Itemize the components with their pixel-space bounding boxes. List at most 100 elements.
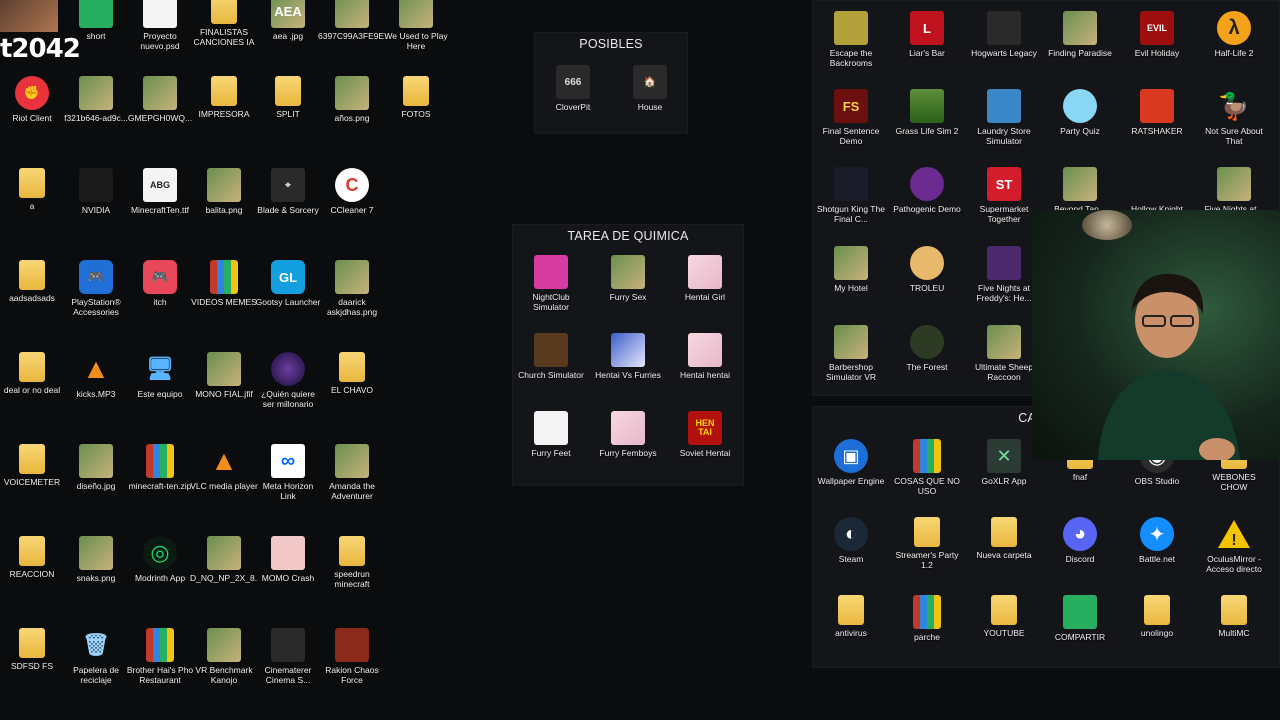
game-icon-finding-paradise[interactable]: Finding Paradise — [1046, 11, 1114, 58]
tarea-icon-hentai-hentai[interactable]: Hentai hentai — [671, 333, 739, 380]
desktop-icon-nvidia[interactable]: NVIDIA — [62, 168, 130, 215]
game-icon-five-nights-at-freddy-s-he[interactable]: Five Nights at Freddy's: He... — [970, 246, 1038, 303]
game-icon-half-life-2[interactable]: λ Half-Life 2 — [1200, 11, 1268, 58]
app-icon-parche[interactable]: parche — [893, 595, 961, 642]
game-icon-the-forest[interactable]: The Forest — [893, 325, 961, 372]
game-icon-ratshaker[interactable]: RATSHAKER — [1123, 89, 1191, 136]
desktop-icon-vlc-media-player[interactable]: ▲ VLC media player — [190, 444, 258, 491]
app-icon-battle-net[interactable]: ✦ Battle.net — [1123, 517, 1191, 564]
app-icon-wallpaper-engine[interactable]: ▣ Wallpaper Engine — [817, 439, 885, 486]
desktop-icon-anos-png[interactable]: años.png — [318, 76, 386, 123]
tarea-icon-furry-feet[interactable]: Furry Feet — [517, 411, 585, 458]
game-icon-liar-s-bar[interactable]: L Liar's Bar — [893, 11, 961, 58]
app-icon-multimc[interactable]: MultiMC — [1200, 595, 1268, 638]
desktop-icon-split[interactable]: SPLIT — [254, 76, 322, 119]
desktop-icon-minecraftten-ttf[interactable]: ABG MinecraftTen.ttf — [126, 168, 194, 215]
desktop-icon-vr-benchmark-kanojo[interactable]: VR Benchmark Kanojo — [190, 628, 258, 685]
game-icon-hogwarts-legacy[interactable]: Hogwarts Legacy — [970, 11, 1038, 58]
desktop-icon-proyecto-nuevo-psd[interactable]: Proyecto nuevo.psd — [126, 0, 194, 51]
desktop-icon-modrinth-app[interactable]: ◎ Modrinth App — [126, 536, 194, 583]
game-icon-hollow-knight[interactable]: Hollow Knight — [1123, 167, 1191, 214]
desktop-icon-short[interactable]: short — [62, 0, 130, 41]
game-icon-not-sure-about-that[interactable]: 🦆 Not Sure About That — [1200, 89, 1268, 147]
desktop-icon-fotos[interactable]: FOTOS — [382, 76, 450, 119]
desktop-icon-diseno-jpg[interactable]: diseño.jpg — [62, 444, 130, 491]
desktop-icon-gmepgh0wq[interactable]: GMEPGH0WQ... — [126, 76, 194, 123]
game-icon-shotgun-king-the-final-c[interactable]: Shotgun King The Final C... — [817, 167, 885, 224]
tarea-icon-hentai-girl[interactable]: Hentai Girl — [671, 255, 739, 302]
desktop-icon-voicemeter[interactable]: VOICEMETER — [0, 444, 66, 487]
game-icon-pathogenic-demo[interactable]: Pathogenic Demo — [893, 167, 961, 214]
desktop-icon-impresora[interactable]: IMPRESORA — [190, 76, 258, 119]
desktop-icon-este-equipo[interactable]: 🖥 Este equipo — [126, 352, 194, 399]
posibles-icon-cloverpit[interactable]: 666 CloverPit — [539, 65, 607, 112]
desktop-icon-mono-fial-jfif[interactable]: MONO FIAL.jfif — [190, 352, 258, 399]
desktop-icon-momo-crash[interactable]: MOMO Crash — [254, 536, 322, 583]
game-icon-my-hotel[interactable]: My Hotel — [817, 246, 885, 293]
game-icon-grass-life-sim-2[interactable]: Grass Life Sim 2 — [893, 89, 961, 136]
game-icon-laundry-store-simulator[interactable]: Laundry Store Simulator — [970, 89, 1038, 146]
posibles-icon-house[interactable]: 🏠 House — [616, 65, 684, 112]
desktop-icon-a[interactable]: a — [0, 168, 66, 211]
app-icon-youtube[interactable]: YOUTUBE — [970, 595, 1038, 638]
desktop-icon-brother-hai-s-pho-restaurant[interactable]: Brother Hai's Pho Restaurant — [126, 628, 194, 685]
app-icon-unolingo[interactable]: unolingo — [1123, 595, 1191, 638]
tarea-icon-nightclub-simulator[interactable]: NightClub Simulator — [517, 255, 585, 312]
app-icon-cosas-que-no-uso[interactable]: COSAS QUE NO USO — [893, 439, 961, 496]
app-icon-goxlr-app[interactable]: ✕ GoXLR App — [970, 439, 1038, 486]
icon-label: Brother Hai's Pho Restaurant — [126, 665, 194, 685]
game-icon-five-nights-at[interactable]: Five Nights at... — [1200, 167, 1268, 214]
desktop-icon-cinematerer-cinema-s[interactable]: Cinematerer Cinema S... — [254, 628, 322, 685]
app-icon-antivirus[interactable]: antivirus — [817, 595, 885, 638]
desktop-icon-speedrun-minecraft[interactable]: speedrun minecraft — [318, 536, 386, 589]
desktop-icon-amanda-the-adventurer[interactable]: Amanda the Adventurer — [318, 444, 386, 501]
desktop-icon-kicks-mp3[interactable]: ▲ kicks.MP3 — [62, 352, 130, 399]
app-icon-compartir[interactable]: COMPARTIR — [1046, 595, 1114, 642]
desktop-icon-el-chavo[interactable]: EL CHAVO — [318, 352, 386, 395]
app-icon-streamer-s-party-1-2[interactable]: Streamer's Party 1.2 — [893, 517, 961, 570]
tarea-icon-church-simulator[interactable]: Church Simulator — [517, 333, 585, 380]
desktop-icon-playstation-accessories[interactable]: 🎮 PlayStation® Accessories — [62, 260, 130, 317]
desktop-icon-finalistas-canciones-ia[interactable]: FINALISTAS CANCIONES IA — [190, 0, 258, 47]
desktop-icon-blade-sorcery[interactable]: ⌖ Blade & Sorcery — [254, 168, 322, 215]
desktop-icon-rakion-chaos-force[interactable]: Rakion Chaos Force — [318, 628, 386, 685]
desktop-icon-quien-quiere-ser-millonario[interactable]: ¿Quién quiere ser millonario — [254, 352, 322, 409]
desktop-icon-aea-jpg[interactable]: AEA aea .jpg — [254, 0, 322, 41]
tarea-icon-furry-sex[interactable]: Furry Sex — [594, 255, 662, 302]
app-icon-discord[interactable]: ◕ Discord — [1046, 517, 1114, 564]
app-icon-nueva-carpeta[interactable]: Nueva carpeta — [970, 517, 1038, 560]
desktop-icon-videos-memes[interactable]: VIDEOS MEMES — [190, 260, 258, 307]
app-icon-steam[interactable]: ◐ Steam — [817, 517, 885, 564]
desktop-icon-6397c99a3fe9e[interactable]: 6397C99A3FE9E... — [318, 0, 386, 41]
tarea-icon-soviet-hentai[interactable]: HEN TAI Soviet Hentai — [671, 411, 739, 458]
game-icon-beyond-tap[interactable]: Beyond Tap... — [1046, 167, 1114, 214]
desktop-icon-snaks-png[interactable]: snaks.png — [62, 536, 130, 583]
desktop-icon-f321b646-ad9c[interactable]: f321b646-ad9c... — [62, 76, 130, 123]
game-icon-evil-holiday[interactable]: EVIL Evil Holiday — [1123, 11, 1191, 58]
tarea-icon-hentai-vs-furries[interactable]: Hentai Vs Furries — [594, 333, 662, 380]
desktop-icon-we-used-to-play-here[interactable]: We Used to Play Here — [382, 0, 450, 51]
game-icon-barbershop-simulator-vr[interactable]: Barbershop Simulator VR — [817, 325, 885, 382]
game-icon-escape-the-backrooms[interactable]: Escape the Backrooms — [817, 11, 885, 68]
desktop-icon-ccleaner-7[interactable]: C CCleaner 7 — [318, 168, 386, 215]
desktop-icon-meta-horizon-link[interactable]: ∞ Meta Horizon Link — [254, 444, 322, 501]
game-icon-party-quiz[interactable]: Party Quiz — [1046, 89, 1114, 136]
desktop-icon-gootsy-launcher[interactable]: GL Gootsy Launcher — [254, 260, 322, 307]
game-icon-ultimate-sheep-raccoon[interactable]: Ultimate Sheep Raccoon — [970, 325, 1038, 382]
desktop-icon-sdfsd-fs[interactable]: SDFSD FS — [0, 628, 66, 671]
desktop-icon-papelera-de-reciclaje[interactable]: 🗑 Papelera de reciclaje — [62, 628, 130, 685]
game-icon-final-sentence-demo[interactable]: FS Final Sentence Demo — [817, 89, 885, 146]
desktop-icon-d-nq-np-2x-8[interactable]: D_NQ_NP_2X_8... — [190, 536, 258, 583]
desktop-icon-minecraft-ten-zip[interactable]: minecraft-ten.zip — [126, 444, 194, 491]
desktop-icon-reaccion[interactable]: REACCION — [0, 536, 66, 579]
desktop-icon-riot-client[interactable]: ✊ Riot Client — [0, 76, 66, 123]
app-icon-oculusmirror-acceso-directo[interactable]: ! OculusMirror - Acceso directo — [1200, 517, 1268, 574]
game-icon-troleu[interactable]: TROLEU — [893, 246, 961, 293]
tarea-icon-furry-femboys[interactable]: Furry Femboys — [594, 411, 662, 458]
desktop-icon-balita-png[interactable]: balita.png — [190, 168, 258, 215]
desktop-icon-daarick-askjdhas-png[interactable]: daarick askjdhas.png — [318, 260, 386, 317]
game-icon-supermarket-together[interactable]: ST Supermarket Together — [970, 167, 1038, 224]
desktop-icon-itch[interactable]: 🎮 itch — [126, 260, 194, 307]
desktop-icon-aadsadsads[interactable]: aadsadsads — [0, 260, 66, 303]
desktop-icon-deal-or-no-deal[interactable]: deal or no deal — [0, 352, 66, 395]
